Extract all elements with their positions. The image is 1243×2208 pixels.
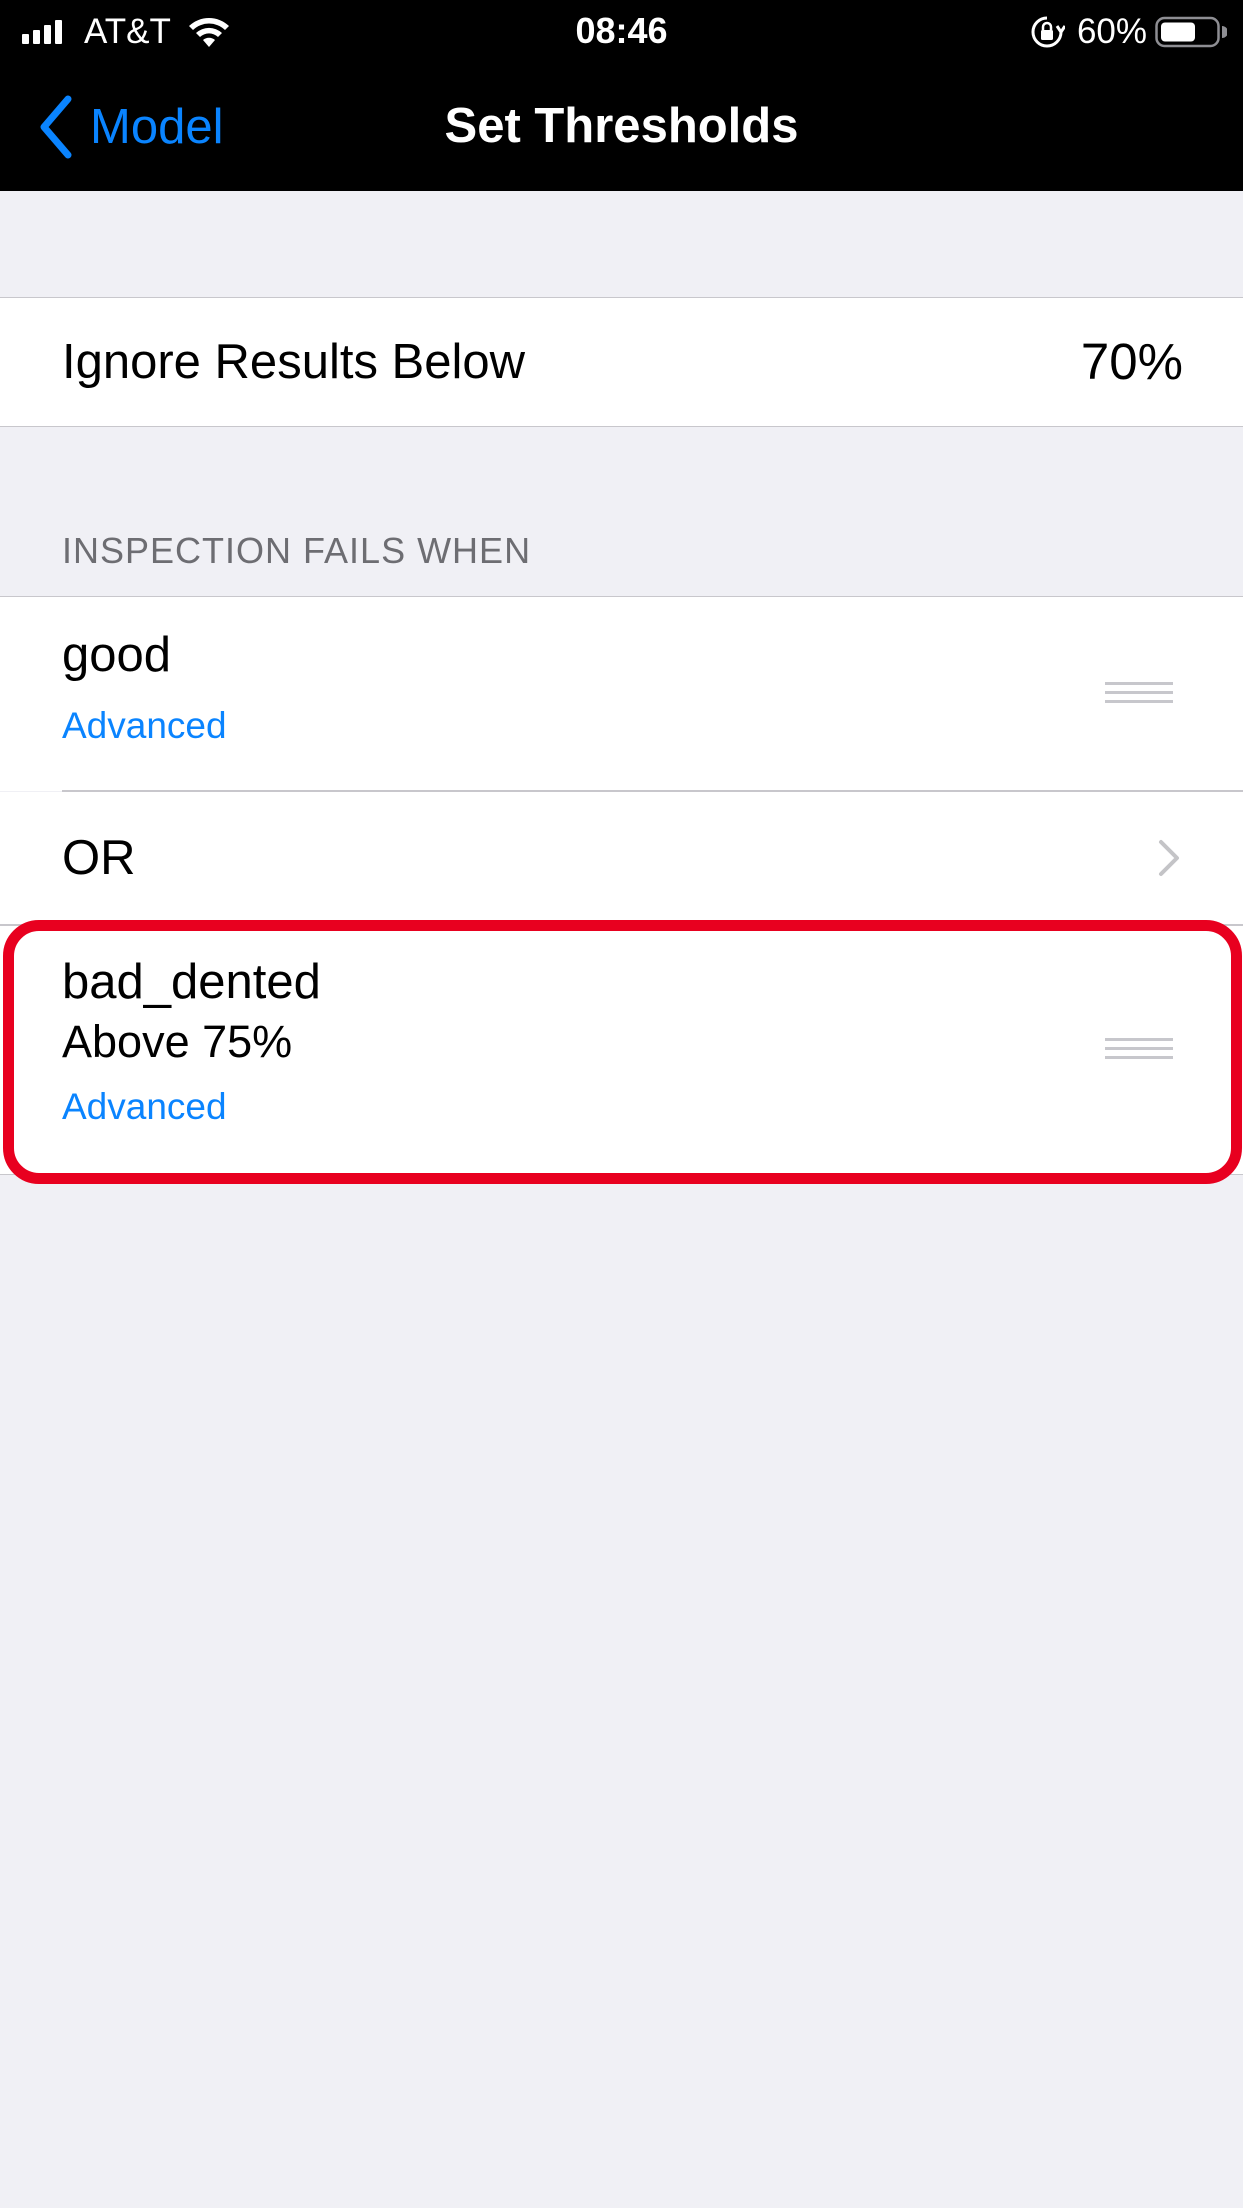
advanced-link[interactable]: Advanced	[62, 705, 227, 747]
operator-row[interactable]: OR	[0, 792, 1243, 924]
ignore-results-value: 70%	[1080, 333, 1183, 390]
orientation-lock-icon	[1031, 16, 1065, 48]
condition-label: bad_dented	[62, 955, 321, 1009]
status-bar-right: 60%	[1029, 12, 1227, 52]
chevron-right-icon	[1159, 840, 1179, 876]
condition-detail: Above 75%	[62, 1016, 293, 1067]
status-bar: AT&T 08:46 60%	[0, 0, 1243, 62]
ignore-results-label: Ignore Results Below	[62, 335, 526, 389]
battery-icon	[1155, 16, 1227, 48]
advanced-link[interactable]: Advanced	[62, 1086, 227, 1128]
condition-label: good	[62, 628, 172, 682]
battery-percent: 60%	[1076, 12, 1147, 51]
page-title: Set Thresholds	[444, 99, 799, 153]
operator-label: OR	[62, 831, 136, 885]
condition-row-good: good Advanced	[0, 596, 1243, 791]
drag-handle-icon[interactable]	[1105, 682, 1173, 706]
drag-handle-icon[interactable]	[1105, 1038, 1173, 1062]
section-header: INSPECTION FAILS WHEN	[62, 530, 532, 571]
condition-row-bad-dented: bad_dented Above 75% Advanced	[0, 926, 1243, 1175]
header: AT&T 08:46 60% Model Set Thresholds	[0, 0, 1243, 191]
navigation-bar: Model Set Thresholds	[0, 80, 1243, 176]
ignore-results-row[interactable]: Ignore Results Below 70%	[0, 297, 1243, 427]
